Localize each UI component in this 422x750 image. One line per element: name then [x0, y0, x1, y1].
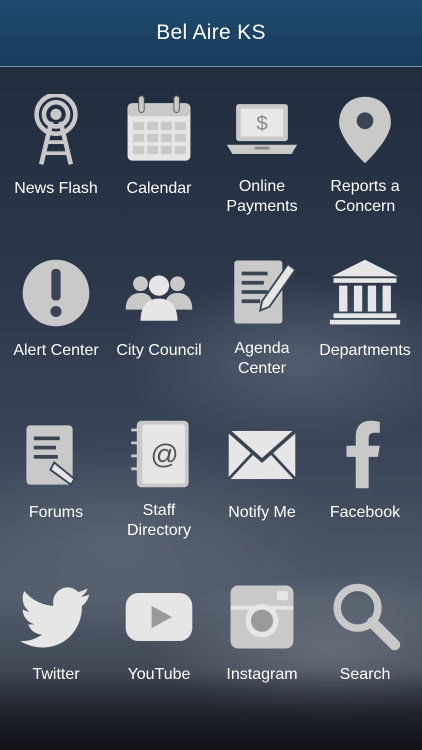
tile-youtube[interactable]: YouTube [107, 553, 211, 703]
tile-label: Search [339, 666, 391, 683]
instagram-icon [222, 577, 302, 657]
svg-text:@: @ [150, 438, 178, 469]
map-pin-icon [325, 91, 405, 169]
tile-notify-me[interactable]: Notify Me [210, 391, 314, 541]
tile-label: Facebook [329, 504, 401, 521]
envelope-icon [222, 415, 302, 495]
forums-icon [16, 415, 96, 495]
tile-label: Online Payments [226, 178, 298, 215]
laptop-payment-icon: $ [222, 91, 302, 169]
tile-label: YouTube [127, 666, 191, 683]
tile-label: Instagram [226, 666, 298, 683]
search-icon [325, 577, 405, 657]
tile-label: Agenda Center [234, 340, 290, 377]
twitter-icon [16, 577, 96, 657]
tile-instagram[interactable]: Instagram [210, 553, 314, 703]
tile-news-flash[interactable]: News Flash [4, 67, 108, 217]
address-book-icon: @ [119, 415, 199, 493]
tile-label: City Council [116, 342, 202, 359]
app-title: Bel Aire KS [156, 21, 266, 44]
app-header: Bel Aire KS [0, 0, 422, 67]
tile-label: Notify Me [228, 504, 296, 521]
youtube-icon [119, 577, 199, 657]
tile-departments[interactable]: Departments [313, 229, 417, 379]
tile-staff-directory[interactable]: @ Staff Directory [107, 391, 211, 541]
calendar-icon [119, 91, 199, 171]
tile-label: Departments [319, 342, 411, 359]
tile-label: Forums [28, 504, 84, 521]
tile-twitter[interactable]: Twitter [4, 553, 108, 703]
tile-label: Alert Center [13, 342, 99, 359]
tile-forums[interactable]: Forums [4, 391, 108, 541]
tile-label: Calendar [126, 180, 192, 197]
building-icon [325, 253, 405, 333]
agenda-icon [222, 253, 302, 331]
people-icon [119, 253, 199, 333]
tile-alert-center[interactable]: Alert Center [4, 229, 108, 379]
tile-city-council[interactable]: City Council [107, 229, 211, 379]
tile-agenda-center[interactable]: Agenda Center [210, 229, 314, 379]
tile-label: Reports a Concern [330, 178, 400, 215]
svg-text:$: $ [256, 113, 267, 135]
tile-label: Twitter [32, 666, 80, 683]
tile-search[interactable]: Search [313, 553, 417, 703]
radio-tower-icon [16, 91, 96, 171]
tile-label: News Flash [14, 180, 98, 197]
alert-icon [16, 253, 96, 333]
facebook-icon [325, 415, 405, 495]
tile-calendar[interactable]: Calendar [107, 67, 211, 217]
tile-label: Staff Directory [126, 502, 191, 539]
tile-reports-a-concern[interactable]: Reports a Concern [313, 67, 417, 217]
tile-online-payments[interactable]: $ Online Payments [210, 67, 314, 217]
tile-facebook[interactable]: Facebook [313, 391, 417, 541]
